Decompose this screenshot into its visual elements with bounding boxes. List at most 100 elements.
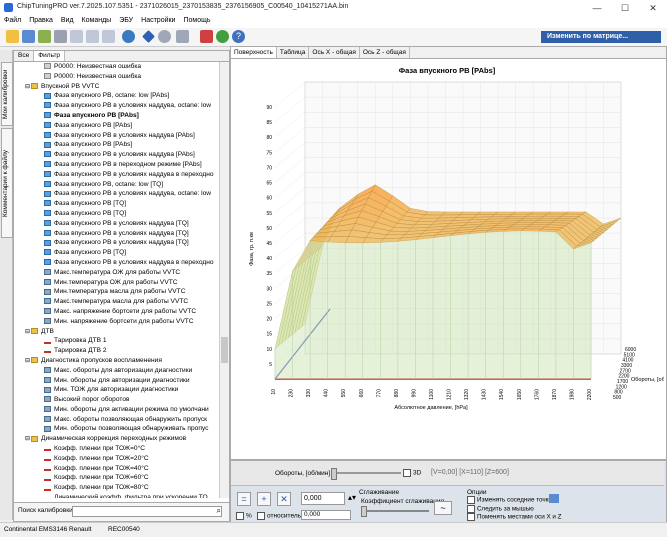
menu-view[interactable]: Вид — [57, 16, 78, 25]
option-follow-mouse[interactable]: Следить за мышью — [467, 505, 534, 513]
tree-item[interactable]: Фаза впускного РВ в условиях наддува, oc… — [14, 189, 219, 199]
save-icon[interactable] — [22, 30, 35, 43]
smoothing-slider[interactable] — [361, 510, 429, 512]
rpm-slider-thumb[interactable] — [331, 468, 337, 480]
tree-item[interactable]: Фаза впускного РВ, octane: low [TQ] — [14, 180, 219, 190]
undo-icon[interactable] — [102, 30, 115, 43]
tree-item[interactable]: Фаза впускного РВ в условиях наддува [PA… — [14, 150, 219, 160]
tree-item[interactable]: Мин. обороты для авторизации диагностики — [14, 376, 219, 386]
tab-table[interactable]: Таблица — [277, 47, 310, 58]
maximize-button[interactable]: ☐ — [611, 0, 639, 16]
tree-item[interactable]: Макс. напряжение бортсети для работы VVT… — [14, 307, 219, 317]
value-stepper[interactable]: ▴▾ — [348, 493, 356, 502]
menu-commands[interactable]: Команды — [78, 16, 116, 25]
tree-item[interactable]: Макс.температура ОЖ для работы VVTC — [14, 268, 219, 278]
option-swap-checkbox[interactable] — [467, 513, 475, 521]
search-icon[interactable]: ⌕ — [217, 506, 221, 516]
option-neighbor[interactable]: Изменять соседние точки — [467, 496, 552, 504]
compare-icon[interactable] — [176, 30, 189, 43]
check-3d[interactable]: 3D — [403, 469, 421, 477]
tab-surface[interactable]: Поверхность — [231, 47, 277, 58]
tree-folder[interactable]: ⊟ ДТВ — [14, 327, 219, 337]
menu-file[interactable]: Файл — [0, 16, 25, 25]
tree-item[interactable]: Коэфф. пленки при ТОЖ=20°C — [14, 454, 219, 464]
tree-item[interactable]: Фаза впускного РВ [TQ] — [14, 209, 219, 219]
smoothing-apply-button[interactable]: ~ — [434, 501, 452, 515]
equals-button[interactable]: = — [237, 492, 251, 506]
tree-item[interactable]: Макс. обороты для авторизации диагностик… — [14, 366, 219, 376]
menu-help[interactable]: Помощь — [179, 16, 214, 25]
tab-axis-z[interactable]: Ось Z - общая — [360, 47, 410, 58]
tree-item[interactable]: Фаза впускного РВ, octane: low [PAbs] — [14, 91, 219, 101]
scroll-thumb[interactable] — [221, 337, 228, 363]
matrix-change-dropdown[interactable]: Изменить по матрице... — [541, 31, 661, 43]
tree-item[interactable]: Коэфф. пленки при ТОЖ=60°C — [14, 473, 219, 483]
menu-edit[interactable]: Правка — [25, 16, 57, 25]
paste-icon[interactable] — [86, 30, 99, 43]
tree-item[interactable]: Тарировка ДТВ 2 — [14, 346, 219, 356]
tree-scrollbar[interactable] — [219, 62, 229, 498]
tree-item[interactable]: Коэфф. пленки при ТОЖ=40°C — [14, 464, 219, 474]
tree-item[interactable]: Мин.температура масла для работы VVTC — [14, 287, 219, 297]
tab-file-comments[interactable]: Комментарии к файлу — [1, 128, 13, 238]
tree-item[interactable]: Высокий порог оборотов — [14, 395, 219, 405]
menu-ecu[interactable]: ЭБУ — [115, 16, 137, 25]
tree-folder[interactable]: ⊟ Динамическая коррекция переходных режим… — [14, 434, 219, 444]
minimize-button[interactable]: — — [583, 0, 611, 16]
tree-item[interactable]: Фаза впускного РВ [TQ] — [14, 248, 219, 258]
tree-item[interactable]: Динамический коэфф. фильтра при ускорени… — [14, 493, 219, 498]
open-icon[interactable] — [6, 30, 19, 43]
tree-item[interactable]: Фаза впускного РВ в условиях наддува [TQ… — [14, 238, 219, 248]
diamond-icon[interactable] — [142, 30, 155, 43]
tab-filter[interactable]: Фильтр — [34, 51, 66, 61]
tree-item[interactable]: Фаза впускного РВ [PAbs] — [14, 111, 219, 121]
checksum-icon[interactable] — [122, 30, 135, 43]
percent-checkbox[interactable] — [236, 512, 244, 520]
tree-item[interactable]: Фаза впускного РВ в условиях наддува в п… — [14, 258, 219, 268]
print-icon[interactable] — [54, 30, 67, 43]
rpm-slider[interactable] — [331, 472, 401, 474]
tree-item[interactable]: Фаза впускного РВ [PAbs] — [14, 140, 219, 150]
tree-item[interactable]: Фаза впускного РВ в условиях наддува [TQ… — [14, 229, 219, 239]
tree-item[interactable]: Фаза впускного РВ в условиях наддува в п… — [14, 170, 219, 180]
tree-item[interactable]: Коэфф. пленки при ТОЖ=0°C — [14, 444, 219, 454]
tree-folder[interactable]: ⊟ Диагностика пропусков воспламенения — [14, 356, 219, 366]
value-input[interactable]: 0,000 — [301, 492, 345, 505]
tree-item[interactable]: Коэфф. пленки при ТОЖ=80°C — [14, 483, 219, 493]
tree-item[interactable]: Мин. обороты позволяющая обнаруживать пр… — [14, 424, 219, 434]
tree-item[interactable]: Мин. ТОЖ для авторизации диагностики — [14, 385, 219, 395]
tab-all[interactable]: Все — [14, 51, 35, 61]
tools-icon[interactable] — [200, 30, 213, 43]
tree-item[interactable]: Мин. напряжение бортсети для работы VVTC — [14, 317, 219, 327]
smoothing-slider-thumb[interactable] — [361, 506, 367, 517]
connect-icon[interactable] — [216, 30, 229, 43]
tree-item[interactable]: Тарировка ДТВ 1 — [14, 336, 219, 346]
close-button[interactable]: ✕ — [639, 0, 667, 16]
copy-icon[interactable] — [70, 30, 83, 43]
percent-check[interactable]: % — [236, 512, 252, 520]
tree-item[interactable]: Макс. обороты позволяющая обнаружить про… — [14, 415, 219, 425]
tree-item[interactable]: P0000: Неизвестная ошибка — [14, 62, 219, 72]
search-input[interactable] — [72, 506, 222, 517]
refresh-icon[interactable] — [38, 30, 51, 43]
tree-item[interactable]: P0000: Неизвестная ошибка — [14, 72, 219, 82]
checkbox-3d[interactable] — [403, 469, 411, 477]
tree-item[interactable]: Фаза впускного РВ [PAbs] — [14, 121, 219, 131]
tab-my-calibrations[interactable]: Мои калибровки — [1, 62, 13, 126]
tree-item[interactable]: Мин. обороты для активации режима по умо… — [14, 405, 219, 415]
option-follow-checkbox[interactable] — [467, 505, 475, 513]
tree-item[interactable]: Фаза впускного РВ в условиях наддува, oc… — [14, 101, 219, 111]
option-neighbor-checkbox[interactable] — [467, 496, 475, 504]
multiply-button[interactable]: ✕ — [277, 492, 291, 506]
tree-item[interactable]: Фаза впускного РВ в переходном режиме [P… — [14, 160, 219, 170]
relative-checkbox[interactable] — [257, 512, 265, 520]
help-icon[interactable]: ? — [232, 30, 245, 43]
tree-item[interactable]: Макс.температура масла для работы VVTC — [14, 297, 219, 307]
tree-item[interactable]: Фаза впускного РВ в условиях наддува [TQ… — [14, 219, 219, 229]
tree-item[interactable]: Фаза впускного РВ в условиях наддува [PA… — [14, 131, 219, 141]
option-swap-axes[interactable]: Поменять местами оси X и Z — [467, 513, 562, 521]
tree-item[interactable]: Фаза впускного РВ [TQ] — [14, 199, 219, 209]
search-icon[interactable] — [158, 30, 171, 43]
grid-icon[interactable] — [549, 494, 559, 503]
relative-value-input[interactable]: 0,000 — [301, 510, 351, 520]
